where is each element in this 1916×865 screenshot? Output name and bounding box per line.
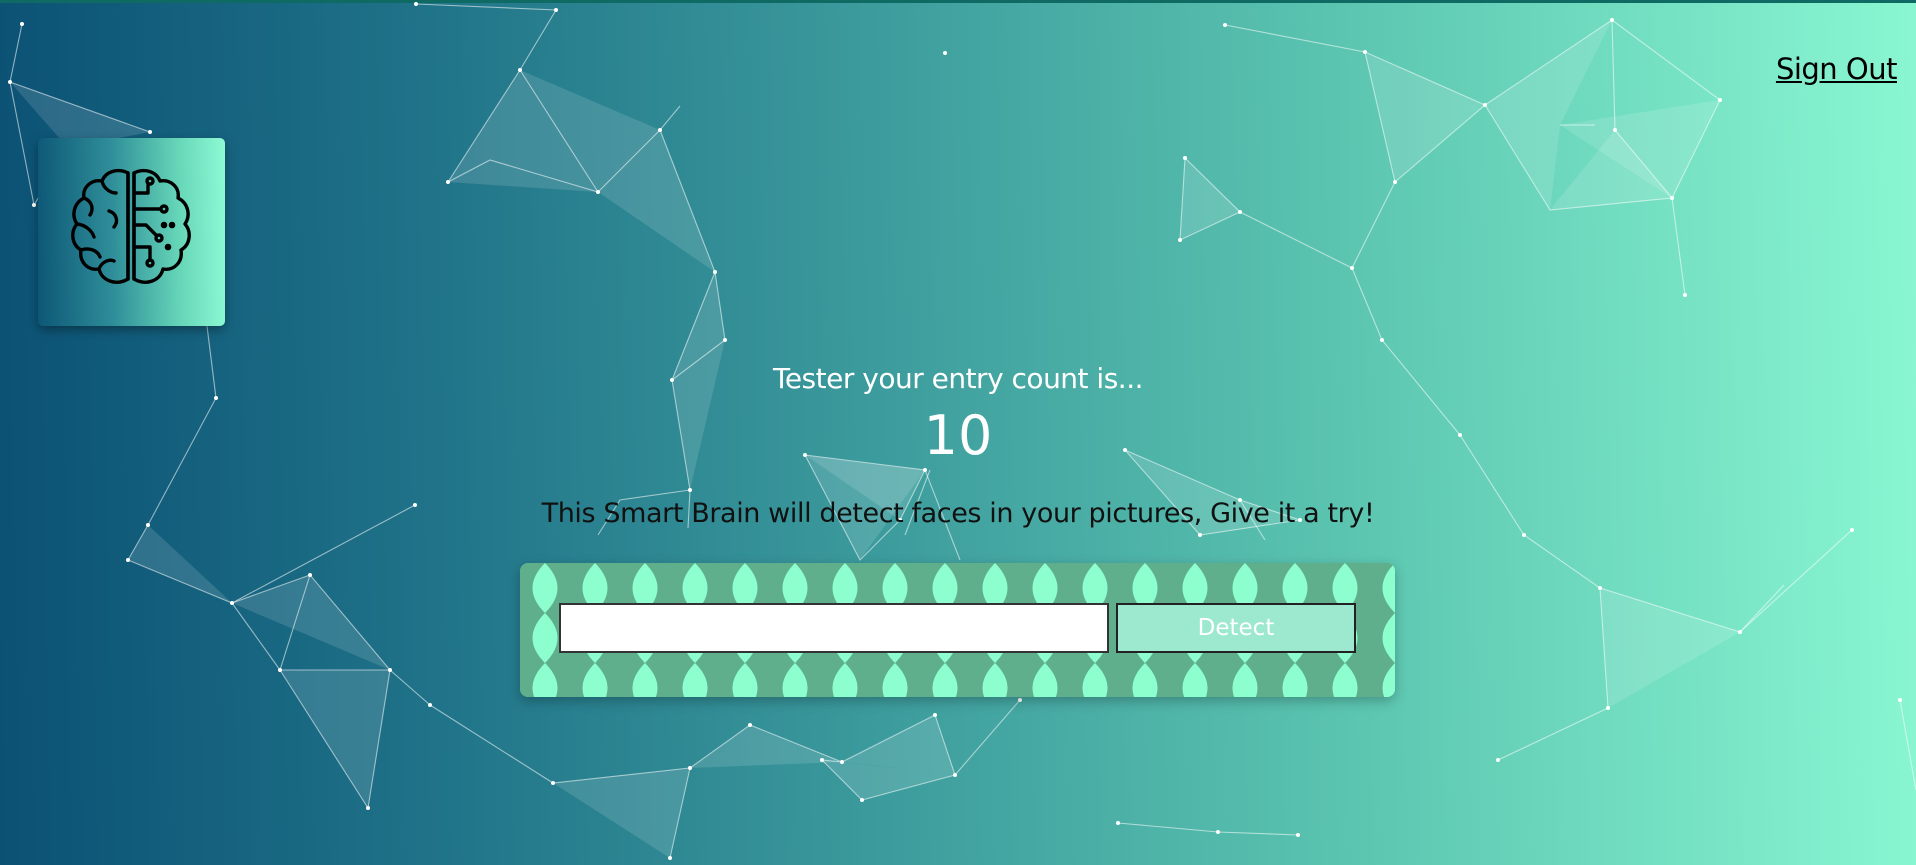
entry-count-value: 10 xyxy=(923,404,993,467)
entry-count-text: Tester your entry count is... xyxy=(772,362,1144,395)
sign-out-link[interactable]: Sign Out xyxy=(1776,52,1898,86)
brain-circuit-icon xyxy=(71,168,191,284)
logo xyxy=(38,138,225,326)
detect-button[interactable]: Detect xyxy=(1116,603,1356,653)
image-url-input[interactable] xyxy=(559,603,1109,653)
tagline: This Smart Brain will detect faces in yo… xyxy=(541,498,1375,529)
image-link-form: Detect xyxy=(520,563,1395,697)
